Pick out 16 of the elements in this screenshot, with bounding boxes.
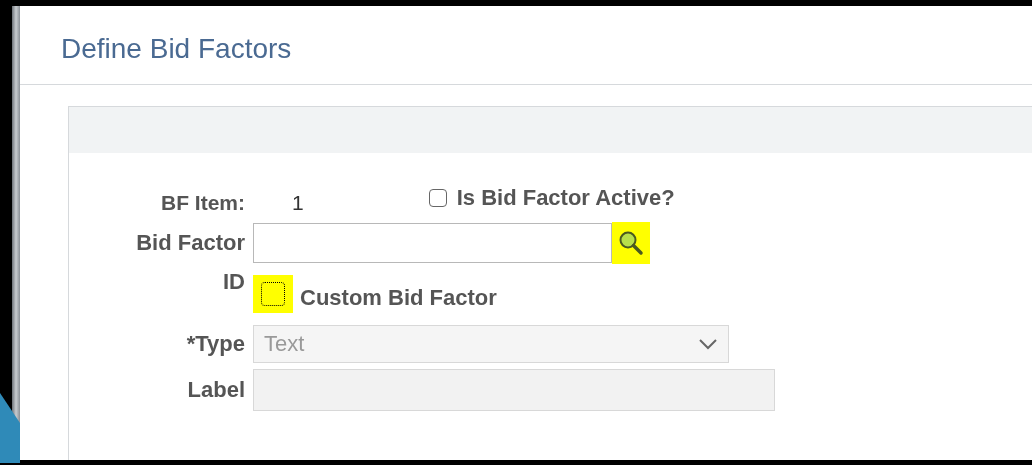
input-field[interactable] <box>253 223 612 263</box>
triangle-shape <box>0 393 20 463</box>
search-icon <box>618 230 644 256</box>
field-value: 1 <box>292 191 304 215</box>
search-button[interactable] <box>612 222 650 264</box>
checkbox[interactable] <box>428 189 447 207</box>
checkbox-label: Is Bid Factor Active? <box>456 185 675 211</box>
field-label: Label <box>187 377 245 402</box>
chevron-down-icon <box>698 338 718 350</box>
checkbox[interactable] <box>253 275 293 313</box>
dialog-title: Define Bid Factors <box>60 32 293 59</box>
field-label: BF Item: <box>161 191 245 215</box>
field-label: ID <box>223 269 245 294</box>
field-label: *Type <box>186 331 245 356</box>
field-label: Bid Factor <box>136 230 245 256</box>
checkbox-label: Custom Bid Factor <box>300 285 497 311</box>
